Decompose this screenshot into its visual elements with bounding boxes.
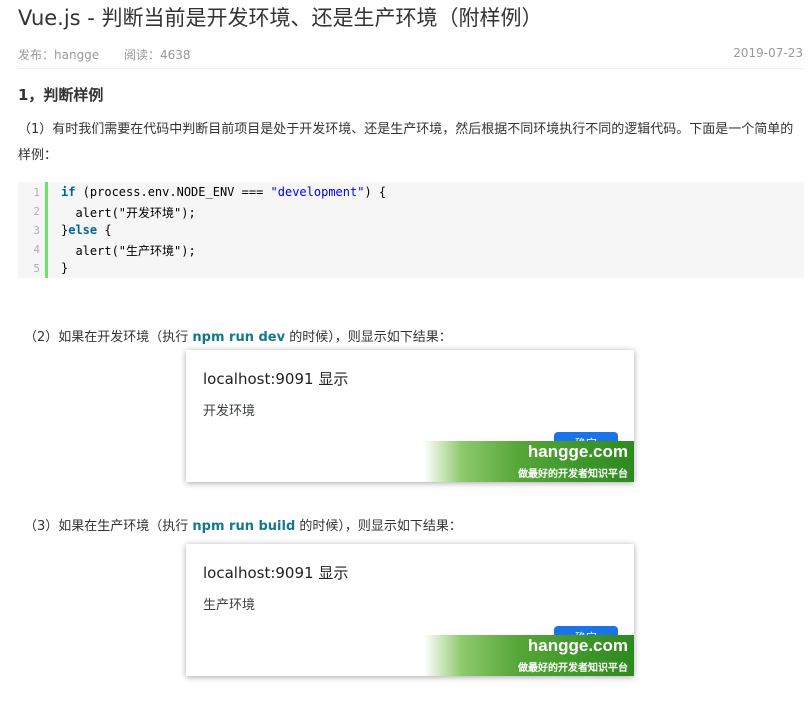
line-number: 3: [33, 224, 40, 237]
publish-date: 2019-07-23: [733, 46, 803, 60]
publisher-label: 发布：hangge: [18, 48, 100, 62]
watermark-slogan: 做最好的开发者知识平台: [518, 469, 628, 480]
code-line: alert("生产环境");: [61, 244, 196, 258]
watermark-site: hangge.com: [527, 442, 628, 461]
line-number: 4: [33, 243, 40, 256]
code-line: }: [61, 261, 69, 275]
step-text: （2）如果在开发环境（执行: [24, 330, 193, 345]
npm-command: npm run build: [192, 519, 296, 534]
watermark-site: hangge.com: [527, 636, 628, 655]
dialog-header: localhost:9091 显示: [203, 370, 349, 388]
watermark: hangge.com 做最好的开发者知识平台: [424, 635, 634, 676]
alert-dialog-prod: localhost:9091 显示 生产环境 确定 hangge.com 做最好…: [186, 544, 634, 676]
code-line: }else {: [61, 223, 112, 237]
reads-count: 阅读：4638: [124, 48, 191, 62]
section-heading: 1，判断样例: [18, 86, 104, 104]
dialog-header: localhost:9091 显示: [203, 564, 349, 582]
code-block: 1 2 3 4 5 if (process.env.NODE_ENV === "…: [18, 182, 804, 278]
dialog-message: 生产环境: [203, 598, 256, 613]
step-text: （3）如果在生产环境（执行: [24, 519, 193, 534]
code-keyword: else: [68, 223, 98, 237]
watermark: hangge.com 做最好的开发者知识平台: [424, 441, 634, 482]
code-line: alert("开发环境");: [61, 206, 196, 220]
code-gutter: 1 2 3 4 5: [18, 182, 48, 278]
article-title: Vue.js - 判断当前是开发环境、还是生产环境（附样例）: [18, 6, 543, 30]
code-text: ) {: [364, 185, 387, 199]
step-text: 的时候），则显示如下结果：: [285, 330, 452, 345]
code-string: "development": [270, 185, 365, 199]
alert-dialog-dev: localhost:9091 显示 开发环境 确定 hangge.com 做最好…: [186, 350, 634, 482]
line-number: 5: [33, 262, 40, 275]
line-number: 1: [33, 186, 40, 199]
code-keyword: if: [61, 185, 76, 199]
step-2-text: （2）如果在开发环境（执行 npm run dev 的时候），则显示如下结果：: [24, 326, 452, 345]
line-number: 2: [33, 205, 40, 218]
header-divider: [18, 68, 804, 69]
watermark-slogan: 做最好的开发者知识平台: [518, 663, 628, 674]
code-text: {: [97, 223, 112, 237]
intro-paragraph: （1）有时我们需要在代码中判断目前项目是处于开发环境、还是生产环境，然后根据不同…: [18, 122, 794, 163]
step-text: 的时候），则显示如下结果：: [295, 519, 462, 534]
step-3-text: （3）如果在生产环境（执行 npm run build 的时候），则显示如下结果…: [24, 515, 462, 534]
code-text: (process.env.NODE_ENV ===: [75, 185, 271, 199]
dialog-message: 开发环境: [203, 404, 256, 419]
npm-command: npm run dev: [192, 330, 286, 345]
code-line: if (process.env.NODE_ENV === "developmen…: [61, 185, 386, 199]
